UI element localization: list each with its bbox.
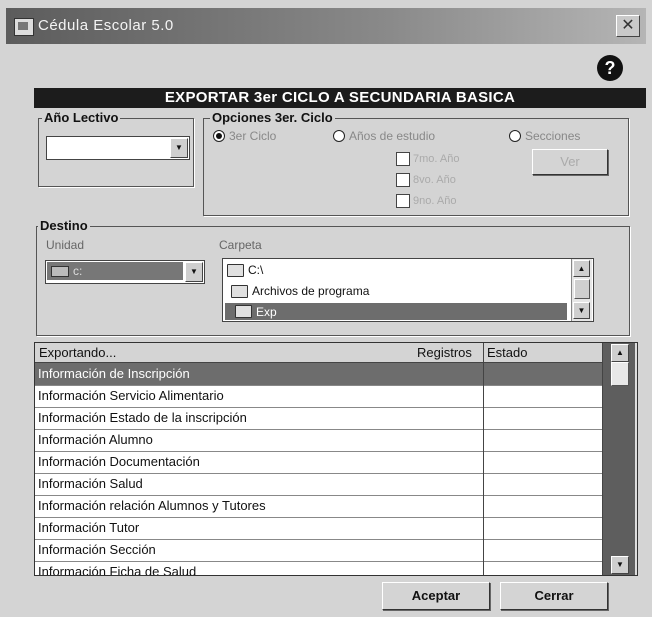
row-label: Información Documentación <box>38 454 200 469</box>
row-label: Información Servicio Alimentario <box>38 388 224 403</box>
folder-item-label: Exp <box>256 304 277 319</box>
table-row[interactable]: Información Servicio Alimentario <box>35 385 603 408</box>
radio-anios-estudio-label: Años de estudio <box>349 129 436 143</box>
carpeta-label: Carpeta <box>219 238 262 252</box>
scroll-down-icon[interactable]: ▼ <box>611 556 629 574</box>
row-label: Información Salud <box>38 476 143 491</box>
column-exportando: Exportando... <box>39 345 117 360</box>
scroll-thumb[interactable] <box>574 279 590 299</box>
unidad-selected: c: <box>47 262 183 280</box>
checkbox-box <box>396 152 410 166</box>
folder-open-icon <box>235 305 252 318</box>
table-row[interactable]: Información Tutor <box>35 517 603 540</box>
row-label: Información Estado de la inscripción <box>38 410 247 425</box>
scroll-down-icon[interactable]: ▼ <box>573 302 590 319</box>
help-icon[interactable]: ? <box>597 55 623 81</box>
column-divider <box>483 343 484 575</box>
table-row[interactable]: Información Ficha de Salud <box>35 561 603 576</box>
table-header: Exportando... Registros Estado <box>35 343 603 363</box>
chevron-down-icon[interactable]: ▼ <box>170 138 188 158</box>
ver-button[interactable]: Ver <box>532 149 608 175</box>
row-label: Información de Inscripción <box>38 366 190 381</box>
checkbox-box <box>396 173 410 187</box>
table-scrollbar[interactable]: ▲ ▼ <box>603 343 637 575</box>
opciones-ciclo-legend: Opciones 3er. Ciclo <box>210 110 335 125</box>
cerrar-button[interactable]: Cerrar <box>500 582 608 610</box>
checkbox-9no-label: 9no. Año <box>413 195 457 207</box>
radio-dot-icon <box>333 130 345 142</box>
unidad-label: Unidad <box>46 238 85 252</box>
folder-open-icon <box>231 284 248 298</box>
radio-tercer-ciclo-label: 3er Ciclo <box>229 129 277 143</box>
checkbox-7mo-label: 7mo. Año <box>413 153 460 165</box>
row-label: Información relación Alumnos y Tutores <box>38 498 266 513</box>
folder-item[interactable]: Archivos de programa <box>231 284 369 298</box>
row-label: Información Ficha de Salud <box>38 564 197 576</box>
section-header: EXPORTAR 3er CICLO A SECUNDARIA BASICA <box>34 88 646 108</box>
folder-item-selected[interactable]: Exp <box>225 303 567 320</box>
folder-open-icon <box>227 263 244 277</box>
radio-anios-estudio[interactable]: Años de estudio <box>333 129 435 143</box>
close-window-button[interactable]: ✕ <box>616 15 640 37</box>
radio-tercer-ciclo[interactable]: 3er Ciclo <box>213 129 276 143</box>
carpeta-scrollbar[interactable]: ▲ ▼ <box>571 259 592 321</box>
scroll-track-edge <box>635 343 637 575</box>
scroll-thumb[interactable] <box>611 362 629 386</box>
checkbox-7mo[interactable]: 7mo. Año <box>396 152 459 166</box>
table-row[interactable]: Información Alumno <box>35 429 603 452</box>
drive-icon <box>51 265 69 277</box>
radio-secciones[interactable]: Secciones <box>509 129 580 143</box>
anio-lectivo-select[interactable]: ▼ <box>46 136 190 160</box>
scroll-up-icon[interactable]: ▲ <box>611 344 629 362</box>
table-row[interactable]: Información Sección <box>35 539 603 562</box>
table-row[interactable]: Información relación Alumnos y Tutores <box>35 495 603 518</box>
radio-dot-icon <box>213 130 225 142</box>
checkbox-box <box>396 194 410 208</box>
row-label: Información Alumno <box>38 432 153 447</box>
carpeta-listbox[interactable]: C:\ Archivos de programa Exp ▲ ▼ <box>222 258 594 322</box>
app-icon <box>14 18 34 36</box>
destino-legend: Destino <box>38 218 90 233</box>
table-row[interactable]: Información Estado de la inscripción <box>35 407 603 430</box>
cedula-escolar-window: Cédula Escolar 5.0 ✕ ? EXPORTAR 3er CICL… <box>0 0 652 617</box>
radio-dot-icon <box>509 130 521 142</box>
row-label: Información Sección <box>38 542 156 557</box>
checkbox-9no[interactable]: 9no. Año <box>396 194 456 208</box>
title-bar[interactable]: Cédula Escolar 5.0 ✕ <box>6 8 646 44</box>
aceptar-button[interactable]: Aceptar <box>382 582 490 610</box>
unidad-value: c: <box>73 264 83 278</box>
column-estado: Estado <box>487 345 528 360</box>
row-label: Información Tutor <box>38 520 140 535</box>
folder-item[interactable]: C:\ <box>227 263 263 277</box>
table-row[interactable]: Información Salud <box>35 473 603 496</box>
folder-item-label: C:\ <box>248 263 264 277</box>
export-table: Exportando... Registros Estado Informaci… <box>34 342 638 576</box>
anio-lectivo-legend: Año Lectivo <box>42 110 121 125</box>
unidad-select[interactable]: c: ▼ <box>45 260 205 284</box>
window-title: Cédula Escolar 5.0 <box>38 17 174 34</box>
column-registros: Registros <box>417 345 472 360</box>
radio-secciones-label: Secciones <box>525 129 581 143</box>
table-row[interactable]: Información de Inscripción <box>35 363 603 386</box>
folder-item-label: Archivos de programa <box>252 284 370 298</box>
checkbox-8vo-label: 8vo. Año <box>413 174 456 186</box>
scroll-up-icon[interactable]: ▲ <box>573 260 590 277</box>
chevron-down-icon[interactable]: ▼ <box>185 262 203 282</box>
checkbox-8vo[interactable]: 8vo. Año <box>396 173 456 187</box>
table-row[interactable]: Información Documentación <box>35 451 603 474</box>
